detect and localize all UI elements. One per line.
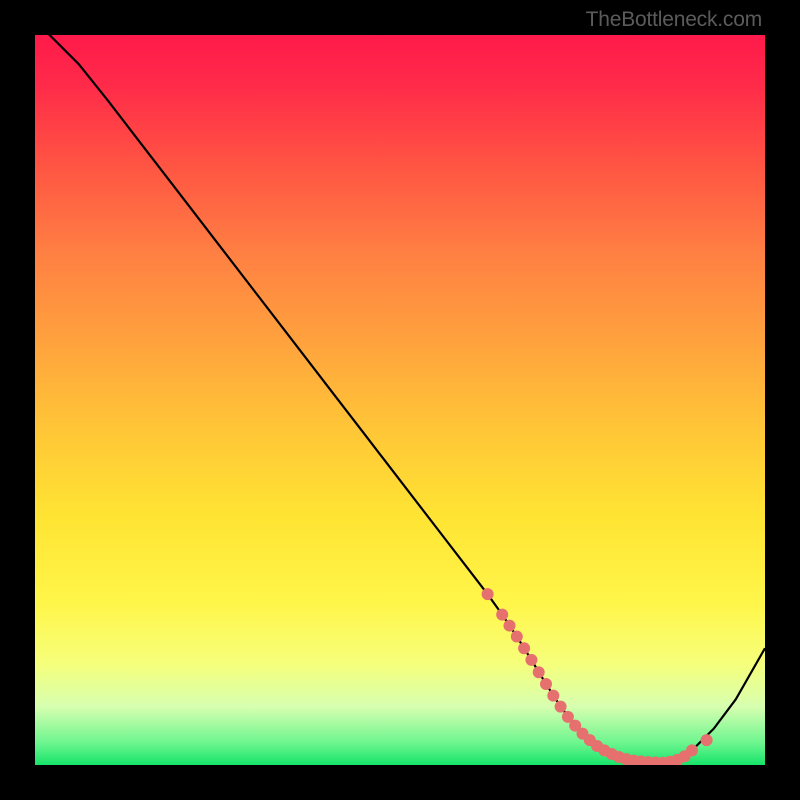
curve-marker — [635, 755, 647, 765]
curve-marker — [701, 734, 713, 746]
curve-marker — [686, 744, 698, 756]
curve-marker — [482, 588, 494, 600]
bottleneck-line — [35, 35, 765, 763]
curve-marker — [642, 756, 654, 765]
curve-marker — [562, 711, 574, 723]
curve-marker — [664, 756, 676, 765]
curve-marker — [533, 666, 545, 678]
curve-marker — [555, 701, 567, 713]
curve-marker — [525, 654, 537, 666]
curve-marker — [540, 678, 552, 690]
curve-marker — [504, 620, 516, 632]
curve-marker — [613, 751, 625, 763]
chart-stage: TheBottleneck.com — [0, 0, 800, 800]
curve-marker — [679, 750, 691, 762]
curve-marker — [671, 754, 683, 765]
curve-marker — [511, 631, 523, 643]
plot-area — [35, 35, 765, 765]
curve-marker — [591, 740, 603, 752]
curve-marker — [518, 642, 530, 654]
curve-marker — [620, 753, 632, 765]
curve-marker — [569, 720, 581, 732]
curve-marker — [584, 734, 596, 746]
curve-marker — [547, 690, 559, 702]
curve-marker — [650, 756, 662, 765]
curve-marker — [606, 748, 618, 760]
watermark-text: TheBottleneck.com — [586, 8, 762, 32]
bottleneck-curve — [35, 35, 765, 765]
curve-marker — [628, 755, 640, 765]
curve-marker — [598, 744, 610, 756]
curve-marker — [496, 609, 508, 621]
curve-marker — [657, 757, 669, 765]
curve-marker — [577, 728, 589, 740]
